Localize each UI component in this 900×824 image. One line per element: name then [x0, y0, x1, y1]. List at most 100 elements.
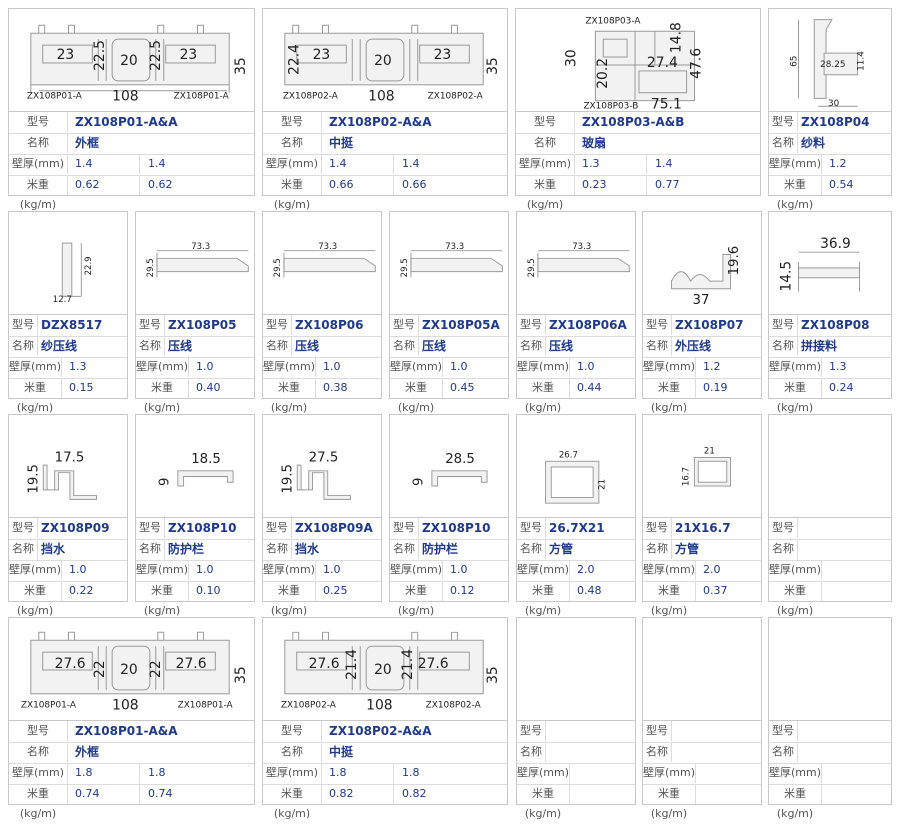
model-code: ZX108P09: [41, 521, 110, 535]
profile-name: 方管: [549, 542, 574, 556]
model-code: 26.7X21: [549, 521, 605, 535]
model-code: ZX108P02-A&A: [329, 724, 432, 738]
spec-table: 型号 ZX108P02-A&A 名称 中挺 壁厚(mm) 1.4 1.4 米重(kg/m…: [263, 111, 507, 211]
profile-name: 拼接料: [801, 339, 838, 353]
dim-w: 108: [368, 89, 394, 105]
spec-table: 型号 ZX108P09A 名称 挡水 壁厚(mm) 1.0 米重(kg/m) 0.25: [263, 517, 381, 617]
weight-1: 0.15: [69, 381, 94, 394]
weight-1: 0.62: [75, 178, 100, 191]
thickness-1: 1.0: [450, 563, 468, 576]
part-label-left: ZX108P01-A: [27, 92, 83, 102]
label-weight: 米重(kg/m): [9, 784, 68, 820]
label-weight: 米重(kg/m): [9, 175, 68, 211]
dim-b: 20: [120, 53, 138, 69]
model-code: DZX8517: [41, 318, 103, 332]
profile-card: 型号 名称 壁厚(mm) 米重(kg/m): [768, 414, 892, 617]
label-thickness: 壁厚(mm): [263, 357, 316, 377]
profile-card: 17.5 19.5 型号 ZX108P09 名称 挡水 壁厚(mm) 1.0 米重(kg…: [8, 414, 128, 617]
weight-1: 0.25: [323, 584, 348, 597]
thickness-1: 1.2: [703, 360, 721, 373]
profile-drawing: [769, 415, 891, 519]
dim-h: 9: [157, 478, 172, 486]
profile-drawing: 73.3 29.5: [263, 212, 381, 316]
dim-a: 28.25: [820, 60, 845, 70]
label-thickness: 壁厚(mm): [769, 154, 822, 174]
label-weight: 米重(kg/m): [263, 581, 316, 617]
thickness-2: 1.8: [393, 763, 420, 783]
dim-d: 22: [92, 660, 108, 678]
spec-table: 型号 DZX8517 名称 纱压线 壁厚(mm) 1.3 米重(kg/m) 0.15: [9, 314, 127, 414]
dim-d: 14.8: [669, 22, 685, 53]
model-code: ZX108P03-A&B: [582, 115, 685, 129]
profile-card: 73.3 29.5 型号 ZX108P06 名称 压线 壁厚(mm) 1.0 米重(kg…: [262, 211, 382, 414]
thickness-1: 1.8: [329, 766, 347, 779]
spec-table: 型号 ZX108P07 名称 外压线 壁厚(mm) 1.2 米重(kg/m) 0.19: [643, 314, 761, 414]
part-label-left: ZX108P02-A: [281, 701, 337, 711]
label-model: 型号: [136, 315, 165, 335]
profile-name: 外压线: [675, 339, 712, 353]
dim-h: 35: [485, 666, 501, 684]
label-weight: 米重(kg/m): [769, 175, 822, 211]
label-model: 型号: [769, 518, 798, 538]
label-name: 名称: [643, 336, 672, 356]
label-model: 型号: [9, 721, 68, 741]
profile-drawing: 23 20 23 22.5 22.5 35 108 ZX108P01-A ZX1…: [9, 9, 254, 113]
label-model: 型号: [517, 315, 546, 335]
model-code: ZX108P01-A&A: [75, 115, 178, 129]
label-name: 名称: [390, 336, 419, 356]
dim-w: 17.5: [55, 450, 85, 465]
weight-1: 0.66: [329, 178, 354, 191]
dim-w: 36.9: [820, 236, 851, 252]
label-name: 名称: [263, 133, 322, 153]
profile-name: 方管: [675, 542, 700, 556]
weight-1: 0.48: [577, 584, 602, 597]
label-thickness: 壁厚(mm): [643, 560, 696, 580]
model-code: ZX108P10: [168, 521, 237, 535]
dim-w: 27.5: [309, 450, 339, 465]
dim-w: 73.3: [191, 242, 210, 252]
label-weight: 米重(kg/m): [643, 581, 696, 617]
dim-h: 19.5: [27, 464, 42, 494]
dim-d: 21.4: [344, 649, 360, 680]
thickness-1: 1.3: [69, 360, 87, 373]
weight-2: 0.62: [139, 175, 173, 195]
profile-name: 防护栏: [422, 542, 459, 556]
profile-name: 纱料: [801, 136, 826, 150]
dim-h: 35: [233, 666, 249, 684]
weight-1: 0.23: [582, 178, 607, 191]
profile-card: 27.5 19.5 型号 ZX108P09A 名称 挡水 壁厚(mm) 1.0 米重(k…: [262, 414, 382, 617]
part-label-right: ZX108P01-A: [174, 92, 230, 102]
dim-b: 20: [374, 53, 392, 69]
dim-w: 108: [366, 698, 392, 714]
label-thickness: 壁厚(mm): [263, 560, 316, 580]
label-name: 名称: [9, 742, 68, 762]
label-name: 名称: [263, 539, 292, 559]
profile-card: 22.9 12.7 型号 DZX8517 名称 纱压线 壁厚(mm) 1.3 米重(kg…: [8, 211, 128, 414]
label-weight: 米重(kg/m): [9, 378, 62, 414]
weight-2: 0.74: [139, 784, 173, 804]
label-thickness: 壁厚(mm): [769, 560, 822, 580]
label-weight: 米重(kg/m): [263, 175, 322, 211]
dim-b: 11.4: [856, 51, 866, 71]
dim-w: 73.3: [445, 242, 464, 252]
dim-e: 47.6: [688, 48, 704, 79]
profile-card: 18.5 9 型号 ZX108P10 名称 防护栏 壁厚(mm) 1.0 米重(kg/m…: [135, 414, 255, 617]
label-weight: 米重(kg/m): [769, 784, 822, 820]
label-model: 型号: [263, 112, 322, 132]
weight-1: 0.12: [450, 584, 475, 597]
dim-h: 35: [233, 57, 249, 75]
profile-drawing: 23 20 23 22.4 35 108 ZX108P02-A ZX108P02…: [263, 9, 507, 113]
label-name: 名称: [390, 539, 419, 559]
part-label-right: ZX108P02-A: [428, 92, 484, 102]
profile-card: ZX108P03-A ZX108P03-B 30 20.2 27.4 14.8 …: [515, 8, 761, 211]
label-weight: 米重(kg/m): [9, 581, 62, 617]
dim-w: 108: [112, 698, 138, 714]
thickness-1: 1.0: [323, 360, 341, 373]
dim-w: 28.5: [445, 452, 475, 467]
label-name: 名称: [9, 539, 38, 559]
dim-e: 22: [148, 660, 164, 678]
thickness-2: 1.4: [646, 154, 673, 174]
label-model: 型号: [517, 721, 546, 741]
thickness-2: 1.8: [139, 763, 166, 783]
model-code: ZX108P08: [801, 318, 870, 332]
